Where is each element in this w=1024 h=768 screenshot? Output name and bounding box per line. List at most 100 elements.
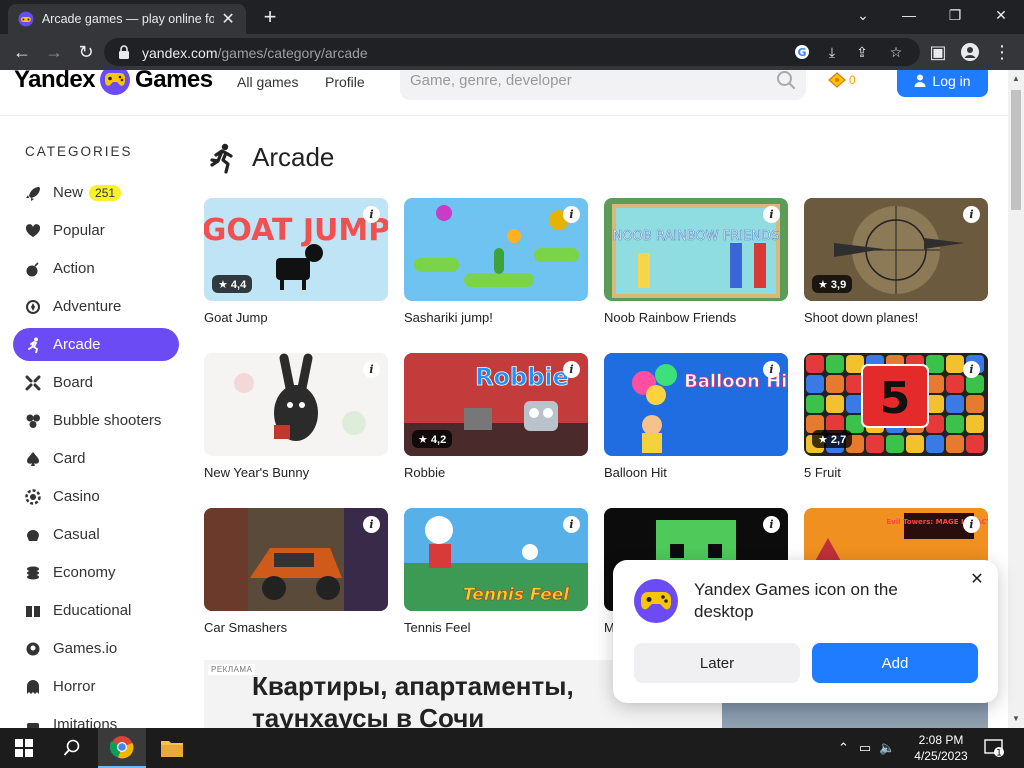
taskbar-clock[interactable]: 2:08 PM 4/25/2023 [903,732,979,764]
scroll-thumb[interactable] [1011,90,1021,210]
scroll-up-icon[interactable]: ▲ [1012,74,1020,83]
sidebar-item-horror[interactable]: Horror [13,670,179,703]
tab-close-icon[interactable]: ✕ [220,9,236,29]
sidebar-item-new[interactable]: New 251 [13,176,179,209]
google-icon[interactable]: G [792,42,812,62]
system-tray[interactable]: ⌃ ▭ 🔈 [838,728,895,768]
info-icon[interactable]: i [563,206,580,223]
game-title[interactable]: Balloon Hit [604,465,788,480]
login-button[interactable]: Log in [897,70,988,97]
new-tab-button[interactable]: + [258,6,282,28]
sidebar-item-casino[interactable]: Casino [13,480,179,513]
info-icon[interactable]: i [963,361,980,378]
game-thumbnail[interactable]: i [204,508,388,611]
game-card[interactable]: i Sashariki jump! [404,198,588,325]
game-thumbnail[interactable]: i [404,198,588,301]
volume-icon[interactable]: 🔈 [879,740,895,756]
restore-icon[interactable]: ❐ [932,0,978,30]
game-thumbnail[interactable]: Balloon Hit i [604,353,788,456]
game-thumbnail[interactable]: Robbie i ★ 4,2 [404,353,588,456]
sidebar-item-casual[interactable]: Casual [13,518,179,551]
share-icon[interactable]: ⇪ [852,42,872,62]
game-title[interactable]: Tennis Feel [404,620,588,635]
game-thumbnail[interactable]: i ★ 3,9 [804,198,988,301]
game-card[interactable]: GOAT JUMP i ★ 4,4 Goat Jump [204,198,388,325]
info-icon[interactable]: i [763,516,780,533]
windows-start-icon[interactable] [0,728,48,768]
scroll-down-icon[interactable]: ▼ [1012,714,1020,723]
game-card[interactable]: Tennis Feel i Tennis Feel [404,508,588,635]
sidebar-item-board[interactable]: Board [13,366,179,399]
game-title[interactable]: Goat Jump [204,310,388,325]
bookmark-star-icon[interactable]: ☆ [886,42,906,62]
info-icon[interactable]: i [363,206,380,223]
page-scrollbar[interactable]: ▲ ▼ [1008,70,1024,728]
game-card[interactable]: i New Year's Bunny [204,353,388,480]
menu-kebab-icon[interactable]: ⋮ [990,40,1014,64]
info-icon[interactable]: i [363,516,380,533]
close-window-icon[interactable]: ✕ [978,0,1024,30]
sidebar-item-arcade[interactable]: Arcade [13,328,179,361]
browser-tab[interactable]: Arcade games — play online for free ✕ [8,4,246,34]
nav-profile[interactable]: Profile [325,74,365,90]
game-thumbnail[interactable]: 5 i ★ 2,7 [804,353,988,456]
game-title[interactable]: Shoot down planes! [804,310,988,325]
install-app-icon[interactable]: ⤓ [822,42,842,62]
nav-all-games[interactable]: All games [237,74,298,90]
later-button[interactable]: Later [634,643,800,683]
game-title[interactable]: New Year's Bunny [204,465,388,480]
info-icon[interactable]: i [363,361,380,378]
notifications-icon[interactable]: 1 [984,728,1004,768]
sidebar-item-popular[interactable]: Popular [13,214,179,247]
game-title[interactable]: Car Smashers [204,620,388,635]
sidebar-item-imitations[interactable]: Imitations [13,708,179,728]
game-card[interactable]: i ★ 3,9 Shoot down planes! [804,198,988,325]
game-card[interactable]: NOOB RAINBOW FRIENDS i Noob Rainbow Friend… [604,198,788,325]
game-card[interactable]: i Car Smashers [204,508,388,635]
game-card[interactable]: Robbie i ★ 4,2 Robbie [404,353,588,480]
add-button[interactable]: Add [812,643,978,683]
game-title[interactable]: Robbie [404,465,588,480]
info-icon[interactable]: i [963,206,980,223]
game-title[interactable]: 5 Fruit [804,465,988,480]
address-bar[interactable]: yandex.com/games/category/arcade G ⤓ ⇪ ☆ [104,38,920,66]
sidebar-item-educational[interactable]: Educational [13,594,179,627]
profile-icon[interactable] [958,40,982,64]
forward-icon[interactable]: → [42,40,66,64]
side-panel-icon[interactable]: ▣ [926,40,950,64]
game-card[interactable]: Balloon Hit i Balloon Hit [604,353,788,480]
info-icon[interactable]: i [963,516,980,533]
search-icon[interactable] [776,70,796,90]
sidebar-item-bubble-shooters[interactable]: Bubble shooters [13,404,179,437]
windows-taskbar: ⌃ ▭ 🔈 2:08 PM 4/25/2023 1 [0,728,1024,768]
windows-search-icon[interactable] [48,728,96,768]
game-title[interactable]: Sashariki jump! [404,310,588,325]
coins-counter[interactable]: 0 [828,72,856,88]
tray-chevron-icon[interactable]: ⌃ [838,740,849,756]
minimize-icon[interactable]: — [886,0,932,30]
popup-close-icon[interactable]: ✕ [966,568,988,590]
info-icon[interactable]: i [563,361,580,378]
sidebar-item-games-io[interactable]: Games.io [13,632,179,665]
file-explorer-icon[interactable] [148,728,196,768]
game-thumbnail[interactable]: GOAT JUMP i ★ 4,4 [204,198,388,301]
game-title[interactable]: Noob Rainbow Friends [604,310,788,325]
chrome-taskbar-icon[interactable] [98,728,146,768]
sidebar-item-card[interactable]: Card [13,442,179,475]
game-thumbnail[interactable]: NOOB RAINBOW FRIENDS i [604,198,788,301]
tab-search-icon[interactable]: ⌄ [840,0,886,30]
back-icon[interactable]: ← [10,40,34,64]
game-thumbnail[interactable]: Tennis Feel i [404,508,588,611]
sidebar-item-economy[interactable]: Economy [13,556,179,589]
reload-icon[interactable]: ↻ [74,40,98,64]
game-thumbnail[interactable]: i [204,353,388,456]
game-card[interactable]: 5 i ★ 2,7 5 Fruit [804,353,988,480]
sidebar-item-adventure[interactable]: Adventure [13,290,179,323]
network-icon[interactable]: ▭ [859,740,871,756]
sidebar-item-action[interactable]: Action [13,252,179,285]
info-icon[interactable]: i [763,206,780,223]
search-input[interactable]: Game, genre, developer [400,70,806,100]
yandex-games-logo[interactable]: Yandex Games [14,70,213,96]
info-icon[interactable]: i [763,361,780,378]
info-icon[interactable]: i [563,516,580,533]
